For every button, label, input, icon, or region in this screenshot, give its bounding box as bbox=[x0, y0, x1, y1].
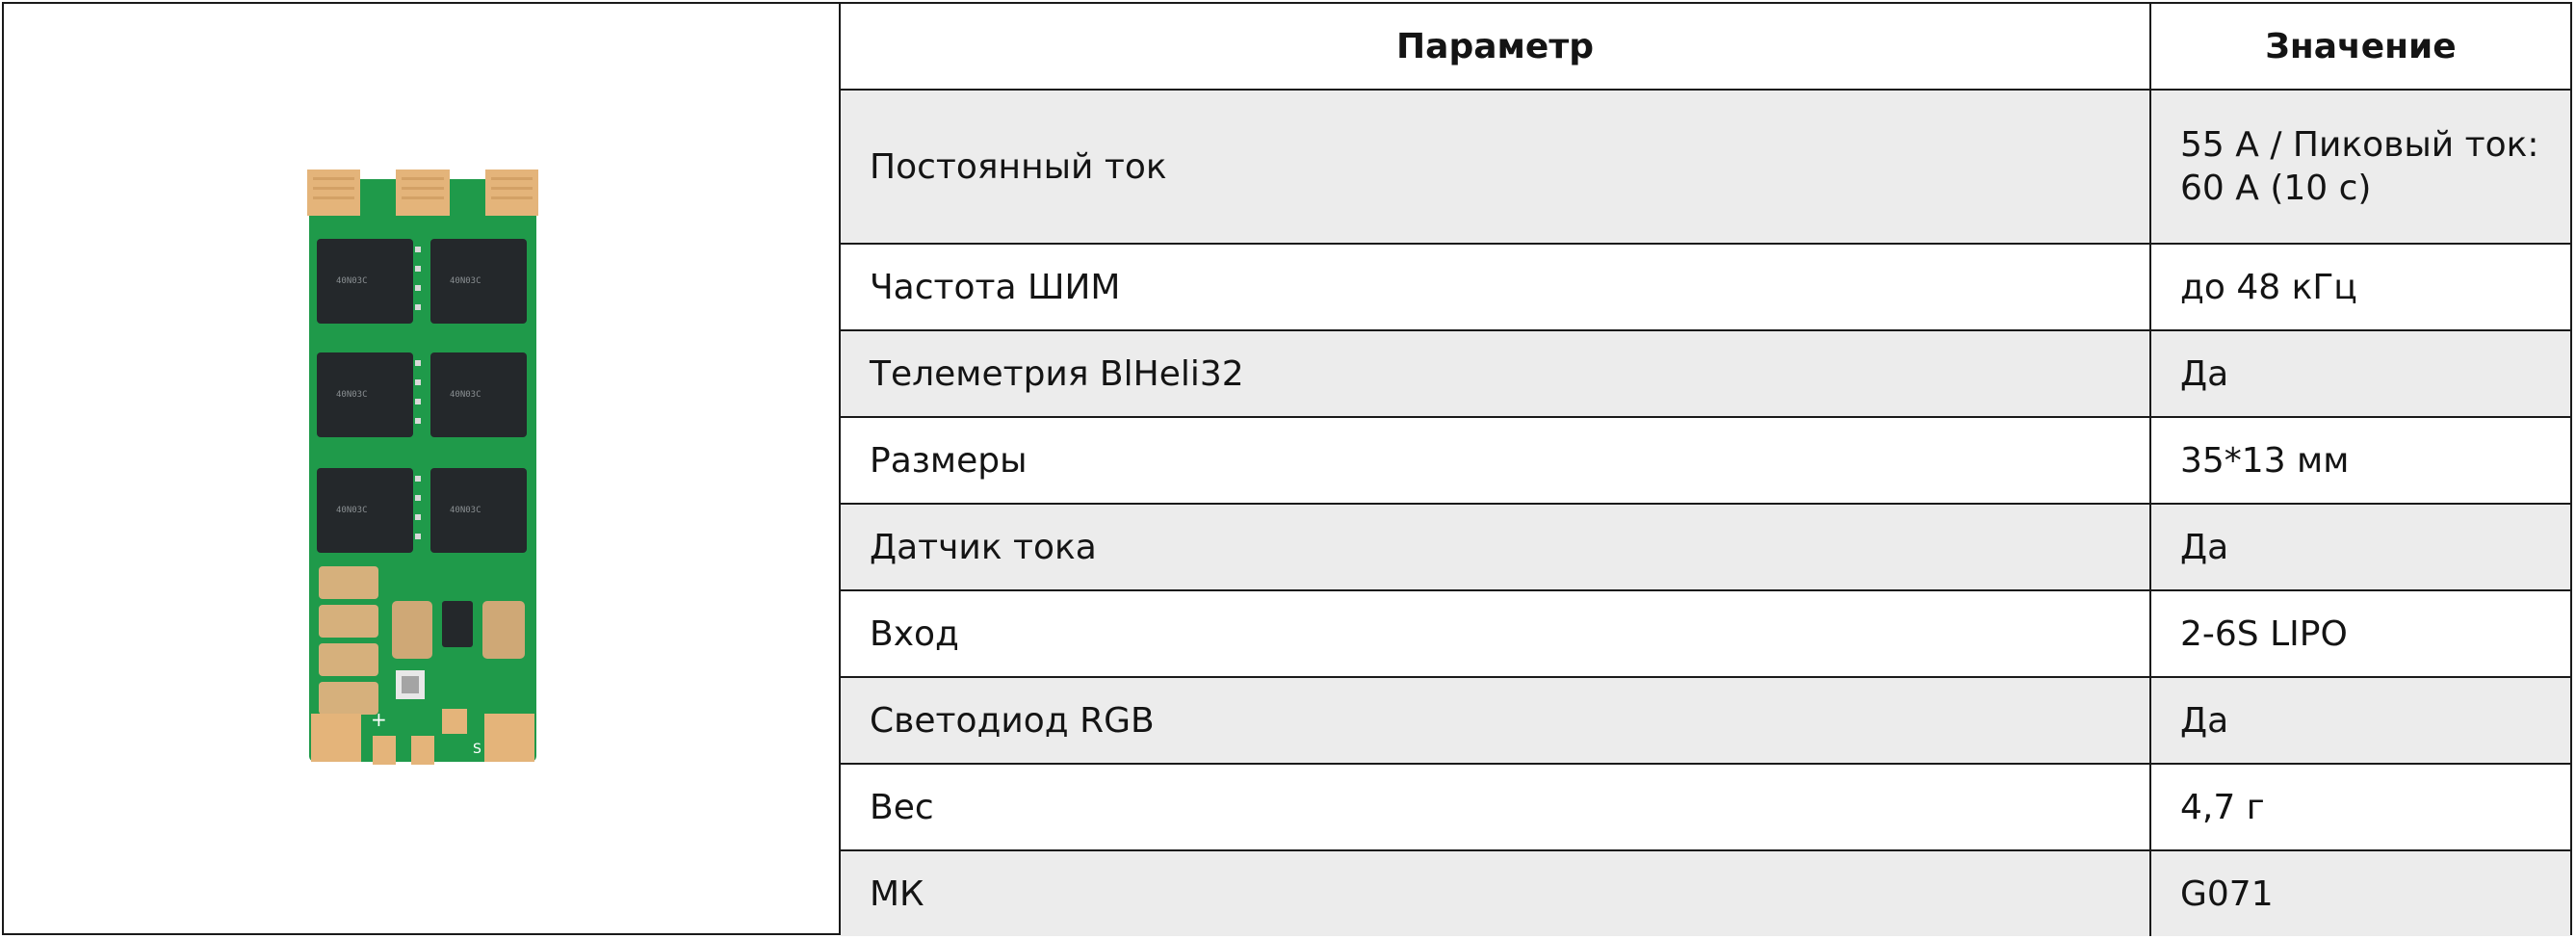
row-value: Да bbox=[2150, 677, 2570, 765]
row-value: 4,7 г bbox=[2150, 764, 2570, 851]
table-row: Телеметрия BlHeli32 Да bbox=[841, 330, 2570, 418]
row-value: G071 bbox=[2150, 850, 2570, 936]
spec-table: Параметр Значение Постоянный ток 55 А / … bbox=[841, 4, 2570, 936]
table-row: Постоянный ток 55 А / Пиковый ток: 60 А … bbox=[841, 90, 2570, 245]
esc-board-image: 40N03C 40N03C 40N03C 40N03C 40N03C 40N03… bbox=[307, 170, 538, 765]
row-value: 55 А / Пиковый ток: 60 А (10 с) bbox=[2150, 90, 2570, 245]
table-row: Вес 4,7 г bbox=[841, 764, 2570, 851]
row-value: 35*13 мм bbox=[2150, 417, 2570, 505]
row-param: Светодиод RGB bbox=[841, 677, 2151, 765]
table-row: МК G071 bbox=[841, 850, 2570, 936]
svg-text:40N03C: 40N03C bbox=[336, 390, 368, 400]
spec-frame: 40N03C 40N03C 40N03C 40N03C 40N03C 40N03… bbox=[2, 2, 2572, 936]
row-param: МК bbox=[841, 850, 2151, 936]
svg-text:40N03C: 40N03C bbox=[336, 276, 368, 286]
row-param: Телеметрия BlHeli32 bbox=[841, 330, 2151, 418]
table-row: Размеры 35*13 мм bbox=[841, 417, 2570, 505]
row-value: 2-6S LIPO bbox=[2150, 590, 2570, 678]
table-row: Частота ШИМ до 48 кГц bbox=[841, 244, 2570, 331]
table-header-row: Параметр Значение bbox=[841, 4, 2570, 91]
table-row: Датчик тока Да bbox=[841, 504, 2570, 591]
product-image-cell: 40N03C 40N03C 40N03C 40N03C 40N03C 40N03… bbox=[4, 4, 841, 933]
svg-text:40N03C: 40N03C bbox=[450, 390, 481, 400]
row-value: Да bbox=[2150, 330, 2570, 418]
svg-text:40N03C: 40N03C bbox=[450, 506, 481, 515]
row-param: Постоянный ток bbox=[841, 90, 2151, 245]
svg-text:S: S bbox=[473, 742, 481, 757]
row-param: Вес bbox=[841, 764, 2151, 851]
svg-text:40N03C: 40N03C bbox=[336, 506, 368, 515]
header-parameter: Параметр bbox=[841, 4, 2151, 91]
row-param: Вход bbox=[841, 590, 2151, 678]
row-value: Да bbox=[2150, 504, 2570, 591]
row-param: Частота ШИМ bbox=[841, 244, 2151, 331]
row-param: Датчик тока bbox=[841, 504, 2151, 591]
table-row: Светодиод RGB Да bbox=[841, 677, 2570, 765]
svg-text:+: + bbox=[371, 708, 387, 731]
svg-text:40N03C: 40N03C bbox=[450, 276, 481, 286]
header-value: Значение bbox=[2150, 4, 2570, 91]
table-row: Вход 2-6S LIPO bbox=[841, 590, 2570, 678]
row-value: до 48 кГц bbox=[2150, 244, 2570, 331]
row-param: Размеры bbox=[841, 417, 2151, 505]
